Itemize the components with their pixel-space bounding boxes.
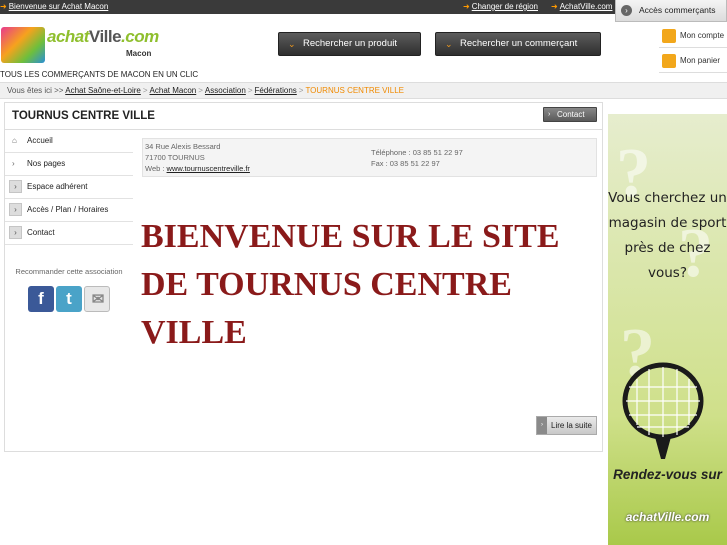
phone-text: Téléphone : 03 85 51 22 97 (371, 148, 463, 157)
facebook-icon: f (38, 289, 44, 308)
my-account-link[interactable]: Mon compte (659, 26, 727, 48)
sidebar-item-nos-pages[interactable]: › Nos pages (5, 153, 133, 176)
chevron-right-icon: › (548, 111, 551, 118)
search-product-button[interactable]: ⌄ Rechercher un produit (278, 32, 421, 56)
ad-text: Vous cherchez un magasin de sport près d… (608, 190, 727, 281)
twitter-icon: t (66, 289, 72, 308)
breadcrumb-item[interactable]: Association (205, 86, 246, 95)
arrow-icon: ➜ (0, 2, 7, 11)
welcome-link[interactable]: ➜ Bienvenue sur Achat Macon (0, 1, 108, 13)
page-title: TOURNUS CENTRE VILLE (12, 110, 155, 122)
email-share-button[interactable]: ✉ (84, 286, 110, 312)
breadcrumb-item[interactable]: Achat Macon (150, 86, 197, 95)
title-bar: TOURNUS CENTRE VILLE › Contact (5, 103, 602, 130)
sidebar-nav: ⌂ Accueil › Nos pages › Espace adhérent … (5, 130, 133, 245)
home-icon: ⌂ (12, 136, 17, 145)
contact-info-box: 34 Rue Alexis Bessard 71700 TOURNUS Web … (142, 138, 597, 177)
logo-wordmark: achatVille.com (47, 27, 159, 46)
breadcrumb-item[interactable]: Fédérations (255, 86, 297, 95)
twitter-share-button[interactable]: t (56, 286, 82, 312)
advertisement-banner[interactable]: ? ? ? Vous cherchez un magasin de sport … (608, 114, 727, 545)
breadcrumb: Vous êtes ici >> Achat Saône-et-Loire > Ac… (0, 82, 727, 99)
sidebar-item-espace-adherent[interactable]: › Espace adhérent (5, 176, 133, 199)
welcome-headline: BIENVENUE SUR LE SITE DE TOURNUS CENTRE … (141, 218, 560, 351)
ad-cta: Rendez-vous sur (613, 467, 722, 482)
change-region-link[interactable]: ➜ Changer de région (463, 1, 538, 13)
address-line: 34 Rue Alexis Bessard (145, 142, 221, 151)
chevron-down-icon: ⌄ (288, 39, 296, 49)
chevron-right-icon: › (621, 5, 632, 16)
address-line: 71700 TOURNUS (145, 153, 205, 162)
sidebar-item-acces-plan[interactable]: › Accès / Plan / Horaires (5, 199, 133, 222)
chevron-right-icon: › (12, 159, 15, 168)
chevron-right-icon: › (9, 180, 22, 193)
chevron-right-icon: › (9, 226, 22, 239)
tagline: TOUS LES COMMERÇANTS DE MACON EN UN CLIC (0, 70, 199, 79)
my-cart-link[interactable]: Mon panier (659, 51, 727, 73)
shopping-bag-icon (662, 54, 676, 68)
site-logo[interactable]: achatVille.com Macon (1, 27, 159, 63)
sidebar-item-contact[interactable]: › Contact (5, 222, 133, 245)
website-link[interactable]: www.tournuscentreville.fr (167, 164, 250, 173)
arrow-icon: ➜ (551, 2, 558, 11)
sidebar-item-accueil[interactable]: ⌂ Accueil (5, 130, 133, 153)
read-more-button[interactable]: › Lire la suite (536, 416, 597, 435)
breadcrumb-current: TOURNUS CENTRE VILLE (305, 86, 404, 95)
main-panel: TOURNUS CENTRE VILLE › Contact ⌂ Accueil… (4, 102, 603, 452)
arrow-icon: ➜ (463, 2, 470, 11)
logo-city: Macon (126, 49, 152, 58)
ad-brand: achatVille.com (625, 510, 710, 524)
merchant-access-button[interactable]: › Accès commerçants (615, 0, 727, 22)
chevron-down-icon: ⌄ (445, 39, 453, 49)
contact-button[interactable]: › Contact (543, 107, 597, 122)
envelope-icon: ✉ (91, 291, 105, 308)
fax-text: Fax : 03 85 51 22 97 (371, 159, 440, 168)
user-icon (662, 29, 676, 43)
shopping-bags-icon (1, 27, 45, 63)
chevron-right-icon: › (9, 203, 22, 216)
search-merchant-button[interactable]: ⌄ Rechercher un commerçant (435, 32, 601, 56)
recommend-label: Recommander cette association (15, 267, 123, 276)
achatville-link[interactable]: ➜ AchatVille.com (551, 1, 612, 13)
facebook-share-button[interactable]: f (28, 286, 54, 312)
breadcrumb-item[interactable]: Achat Saône-et-Loire (65, 86, 141, 95)
chevron-right-icon: › (537, 417, 547, 434)
